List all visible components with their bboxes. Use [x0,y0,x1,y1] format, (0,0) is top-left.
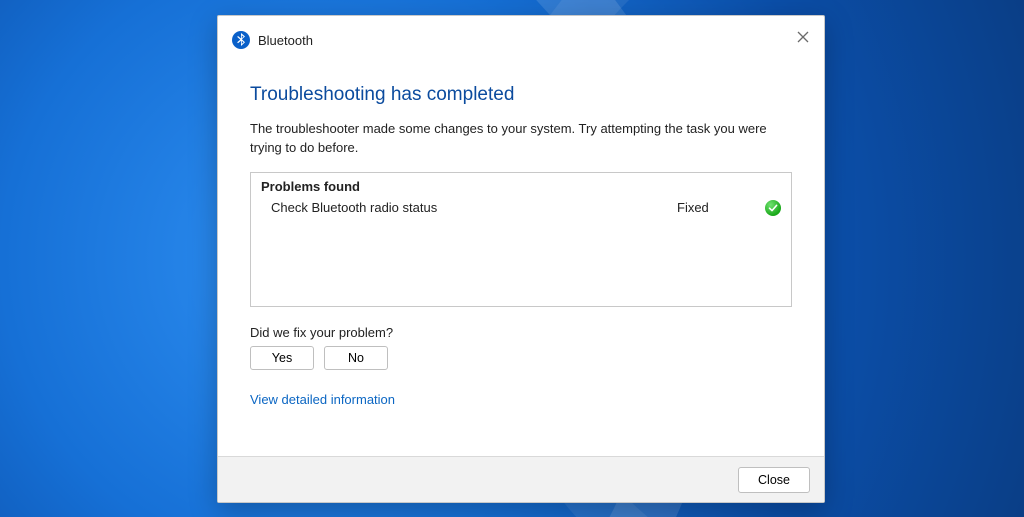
problem-status: Fixed [657,200,757,215]
feedback-question: Did we fix your problem? [250,325,792,340]
dialog-body: Troubleshooting has completed The troubl… [218,64,824,456]
dialog-header: Bluetooth [218,16,824,64]
dialog-footer: Close [218,456,824,502]
headline: Troubleshooting has completed [250,84,792,106]
problems-heading: Problems found [261,179,781,194]
troubleshooter-dialog: Bluetooth Troubleshooting has completed … [217,15,825,503]
checkmark-icon [765,200,781,216]
close-button[interactable]: Close [738,467,810,493]
no-button[interactable]: No [324,346,388,370]
problem-name: Check Bluetooth radio status [271,200,657,215]
feedback-section: Did we fix your problem? Yes No [250,325,792,370]
close-icon[interactable] [792,26,814,48]
bluetooth-icon [232,31,250,49]
yes-button[interactable]: Yes [250,346,314,370]
description: The troubleshooter made some changes to … [250,120,792,158]
problems-found-box: Problems found Check Bluetooth radio sta… [250,172,792,307]
problem-row: Check Bluetooth radio status Fixed [261,200,781,216]
dialog-title: Bluetooth [258,33,313,48]
view-detailed-information-link[interactable]: View detailed information [250,392,395,407]
